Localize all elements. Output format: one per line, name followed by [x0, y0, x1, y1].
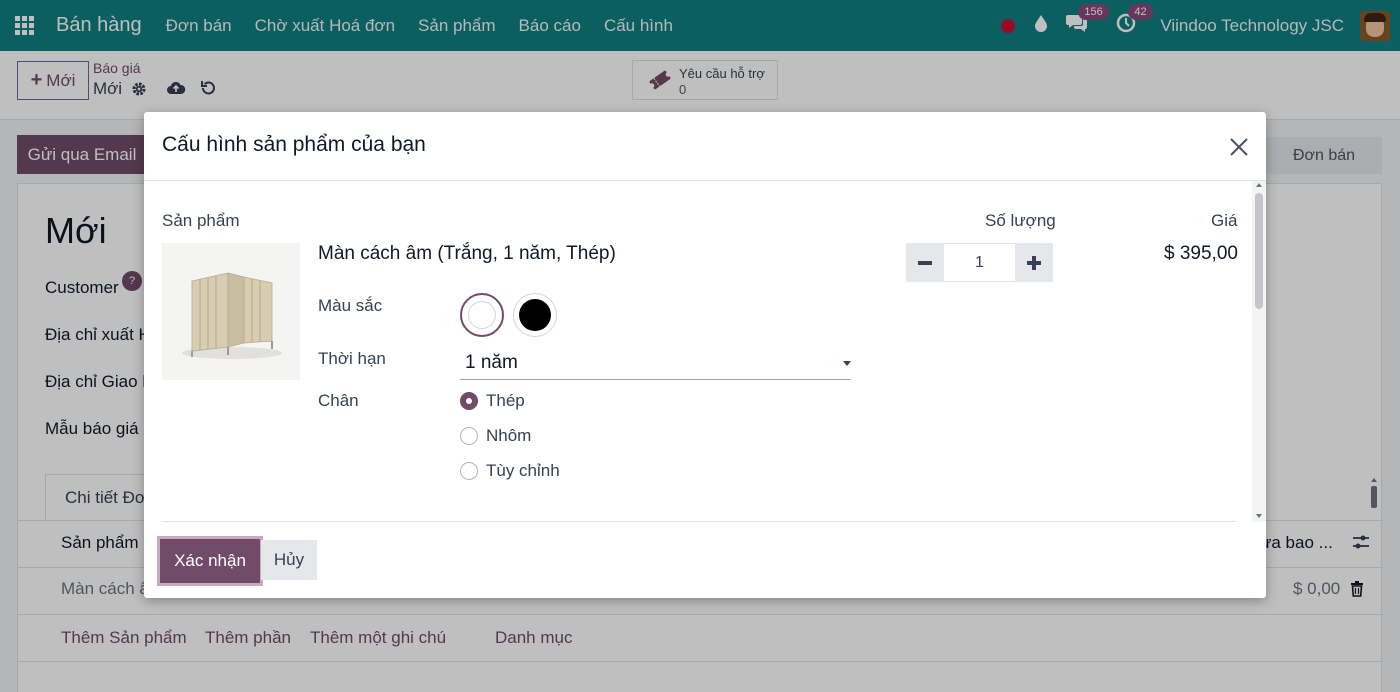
product-price: $ 395,00 — [1164, 243, 1238, 264]
column-header-price: Giá — [1211, 211, 1238, 230]
column-header-product: Sản phẩm — [162, 211, 240, 230]
duration-selected-value: 1 năm — [465, 352, 518, 373]
product-configurator-dialog: Cấu hình sản phẩm của bạn Sản phẩm Số lư… — [144, 112, 1266, 598]
modal-title: Cấu hình sản phẩm của bạn — [162, 133, 426, 156]
color-swatch-white[interactable] — [460, 293, 504, 337]
close-icon[interactable] — [1228, 136, 1250, 158]
attribute-color-label: Màu sắc — [318, 296, 383, 315]
product-image — [162, 243, 300, 380]
confirm-button[interactable]: Xác nhận — [160, 539, 260, 583]
cancel-button[interactable]: Hủy — [261, 540, 317, 580]
modal-body: Sản phẩm Số lượng Giá Màn cách âm (Trắng… — [144, 181, 1266, 522]
column-header-quantity: Số lượng — [985, 211, 1056, 230]
modal-scrollbar[interactable] — [1252, 181, 1266, 522]
modal-footer: Xác nhận Hủy — [144, 522, 1266, 598]
configured-product-name: Màn cách âm (Trắng, 1 năm, Thép) — [318, 243, 616, 264]
radio-custom-label[interactable]: Tùy chỉnh — [486, 461, 560, 481]
radio-aluminium-label[interactable]: Nhôm — [486, 426, 531, 446]
chevron-down-icon — [843, 361, 851, 366]
duration-select[interactable]: 1 năm — [460, 348, 851, 380]
quantity-decrease-button[interactable] — [906, 243, 944, 282]
quantity-input[interactable]: 1 — [944, 243, 1015, 282]
attribute-leg-label: Chân — [318, 391, 359, 410]
radio-steel-label[interactable]: Thép — [486, 391, 525, 411]
radio-custom[interactable] — [460, 462, 478, 480]
radio-steel[interactable] — [460, 392, 478, 410]
color-swatch-black[interactable] — [513, 293, 557, 337]
radio-aluminium[interactable] — [460, 427, 478, 445]
quantity-increase-button[interactable] — [1015, 243, 1053, 282]
attribute-duration-label: Thời hạn — [318, 349, 386, 368]
modal-header: Cấu hình sản phẩm của bạn — [144, 112, 1266, 181]
